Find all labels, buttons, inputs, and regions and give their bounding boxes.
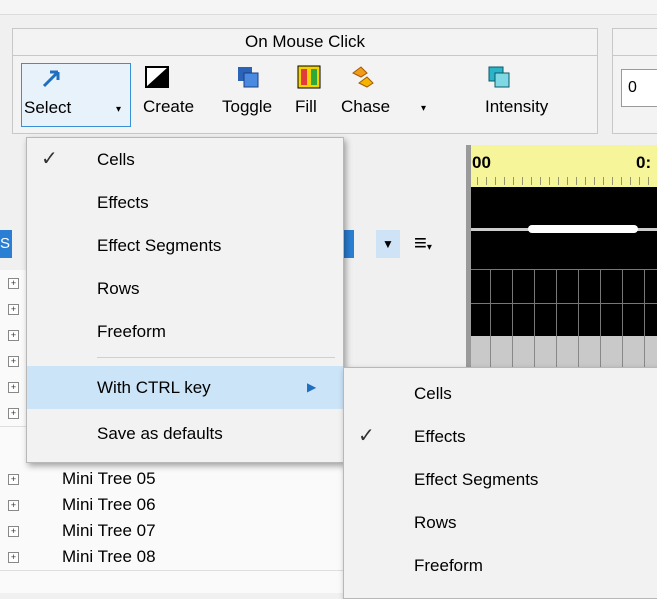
menu-item-save-defaults[interactable]: Save as defaults xyxy=(27,412,343,455)
expand-icon[interactable]: + xyxy=(8,278,19,289)
menu-item-with-ctrl-key[interactable]: With CTRL key ▶ xyxy=(27,366,343,409)
on-mouse-click-group: On Mouse Click Select ▾ Create Toggle Fi… xyxy=(12,28,598,134)
expand-icon[interactable]: + xyxy=(8,382,19,393)
chase-button[interactable]: Chase ▾ xyxy=(335,63,435,125)
submenu-item-effect-segments[interactable]: Effect Segments xyxy=(344,458,657,501)
row-item[interactable]: + Mini Tree 08 xyxy=(0,544,344,571)
row-label: Mini Tree 06 xyxy=(62,495,156,514)
menu-item-cells[interactable]: ✓ Cells xyxy=(27,138,343,181)
ribbon-top-strip xyxy=(0,0,657,15)
select-arrow-icon xyxy=(42,70,60,88)
expand-icon[interactable]: + xyxy=(8,304,19,315)
right-group-title xyxy=(613,29,657,56)
intensity-label: Intensity xyxy=(485,97,549,116)
row-item[interactable]: + Mini Tree 06 xyxy=(0,492,344,519)
submenu-item-freeform[interactable]: Freeform xyxy=(344,544,657,587)
grid-light-row xyxy=(468,336,657,370)
expand-icon[interactable]: + xyxy=(8,474,19,485)
timeline-ruler: 00 0: xyxy=(468,145,657,187)
select-label: Select xyxy=(24,98,72,117)
ruler-label-left: 00 xyxy=(472,153,491,172)
menu-item-freeform[interactable]: Freeform xyxy=(27,310,343,353)
group-title: On Mouse Click xyxy=(13,29,597,56)
ctrl-key-submenu: Cells ✓ Effects Effect Segments Rows Fre… xyxy=(343,367,657,599)
check-icon: ✓ xyxy=(358,425,375,447)
right-group: 0 xyxy=(612,28,657,134)
ruler-label-right: 0: xyxy=(636,153,652,172)
create-icon xyxy=(145,66,169,88)
chase-icon xyxy=(352,66,374,88)
expand-icon[interactable]: + xyxy=(8,500,19,511)
waveform-area xyxy=(468,187,657,269)
submenu-item-effects[interactable]: ✓ Effects xyxy=(344,415,657,458)
submenu-arrow-icon: ▶ xyxy=(307,380,317,394)
row-label: Mini Tree 07 xyxy=(62,521,156,540)
row-label: Mini Tree 08 xyxy=(62,547,156,566)
fill-label: Fill xyxy=(295,97,317,116)
grid-light-lines xyxy=(468,336,657,370)
fill-icon xyxy=(297,65,321,89)
expand-icon[interactable]: + xyxy=(8,408,19,419)
submenu-item-cells[interactable]: Cells xyxy=(344,372,657,415)
row-item[interactable]: + Mini Tree 07 xyxy=(0,518,344,545)
check-icon: ✓ xyxy=(41,148,58,170)
dropdown-arrow-button[interactable]: ▼ xyxy=(376,230,400,258)
menu-separator xyxy=(97,357,335,358)
fill-button[interactable]: Fill xyxy=(291,63,331,125)
submenu-item-rows[interactable]: Rows xyxy=(344,501,657,544)
selected-field-edge[interactable]: S xyxy=(0,230,12,258)
toggle-icon xyxy=(238,67,259,88)
chase-label: Chase xyxy=(341,97,391,116)
select-button[interactable]: Select ▾ xyxy=(21,63,131,127)
toggle-button[interactable]: Toggle xyxy=(218,63,288,125)
select-dropdown-icon[interactable]: ▾ xyxy=(116,104,121,115)
ruler-ticks xyxy=(468,177,657,185)
hamburger-menu-icon[interactable]: ≡▾ xyxy=(414,232,432,259)
expand-icon[interactable]: + xyxy=(8,356,19,367)
row-label: Mini Tree 05 xyxy=(62,469,156,488)
intensity-button[interactable]: Intensity xyxy=(479,63,579,125)
expand-icon[interactable]: + xyxy=(8,526,19,537)
menu-item-effect-segments[interactable]: Effect Segments xyxy=(27,224,343,267)
waveform-peak xyxy=(528,225,638,233)
expand-icon[interactable]: + xyxy=(8,330,19,341)
menu-item-effects[interactable]: Effects xyxy=(27,181,343,224)
chase-dropdown-icon[interactable]: ▾ xyxy=(421,103,426,114)
toggle-label: Toggle xyxy=(222,97,273,116)
create-button[interactable]: Create xyxy=(139,63,215,125)
select-mode-menu: ✓ Cells Effects Effect Segments Rows Fre… xyxy=(26,137,344,463)
row-item[interactable]: + Mini Tree 05 xyxy=(0,466,344,493)
value-field[interactable]: 0 xyxy=(621,69,657,107)
create-label: Create xyxy=(143,97,195,116)
intensity-icon xyxy=(488,66,510,88)
expand-icon[interactable]: + xyxy=(8,552,19,563)
grid-splitter[interactable] xyxy=(466,145,471,370)
menu-item-rows[interactable]: Rows xyxy=(27,267,343,310)
